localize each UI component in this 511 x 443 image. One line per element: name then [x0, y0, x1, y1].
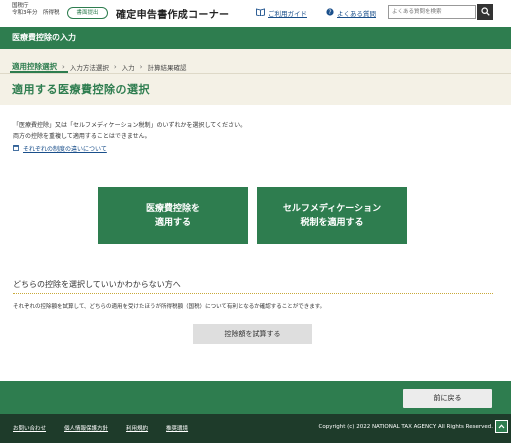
- difference-link[interactable]: それぞれの制度の違いについて: [13, 144, 107, 153]
- page-title: 適用する医療費控除の選択: [12, 83, 150, 96]
- dotted-divider: [13, 293, 493, 294]
- step-item: 計算結果確認: [147, 63, 187, 72]
- apply-medical-deduction-button[interactable]: 医療費控除を 適用する: [98, 187, 248, 244]
- button-label-line1: 医療費控除を: [145, 203, 200, 214]
- submission-method-badge: 書面提出: [67, 7, 108, 19]
- section-band: 医療費控除の入力: [0, 27, 511, 49]
- button-label-line2: 税制を適用する: [300, 217, 364, 228]
- tax-year-label: 令和3年分 所得税: [12, 10, 60, 16]
- chevron-right-icon: ›: [139, 62, 143, 71]
- copyright-text: Copyright (c) 2022 NATIONAL TAX AGENCY A…: [318, 424, 493, 430]
- footer-links: お問い合わせ 個人情報保護方針 利用規約 推奨環境: [13, 424, 188, 432]
- apply-self-medication-button[interactable]: セルフメディケーション 税制を適用する: [257, 187, 407, 244]
- step-item: 入力: [121, 63, 135, 72]
- instruction-text: 「医療費控除」又は「セルフメディケーション税制」のいずれかを選択してください。: [13, 122, 247, 129]
- question-icon: ?: [326, 8, 334, 18]
- step-divider: [0, 73, 511, 74]
- help-heading: どちらの控除を選択していいかわからない方へ: [13, 280, 181, 289]
- chevron-right-icon: ›: [62, 62, 65, 71]
- warning-text: 両方の控除を重複して適用することはできません。: [13, 133, 151, 140]
- footer-link-terms[interactable]: 利用規約: [126, 424, 148, 432]
- trial-calculation-button[interactable]: 控除額を試算する: [193, 324, 312, 344]
- chevron-right-icon: ›: [113, 62, 117, 71]
- search-icon: [480, 6, 490, 18]
- help-description: それぞれの控除額を試算して、どちらの適用を受けたほうが所得税額（国税）について有…: [13, 304, 326, 310]
- scroll-to-top-button[interactable]: [495, 420, 508, 433]
- faq-link-label: よくある質問: [337, 10, 376, 18]
- faq-search-input[interactable]: [388, 5, 476, 19]
- faq-link[interactable]: ? よくある質問: [326, 8, 376, 18]
- site-header: 国税庁 令和3年分 所得税 書面提出 確定申告書作成コーナー ご利用ガイド ? …: [0, 0, 511, 27]
- footer-link-contact[interactable]: お問い合わせ: [13, 424, 46, 432]
- step-item: 入力方法選択: [69, 63, 109, 72]
- footer-link-privacy[interactable]: 個人情報保護方針: [64, 424, 108, 432]
- search-button[interactable]: [477, 4, 493, 20]
- button-label-line2: 適用する: [154, 217, 191, 228]
- button-label-line1: セルフメディケーション: [282, 203, 382, 214]
- guide-link[interactable]: ご利用ガイド: [256, 8, 307, 18]
- site-title: 確定申告書作成コーナー: [116, 10, 230, 21]
- book-icon: [256, 8, 265, 18]
- window-icon: [13, 144, 20, 153]
- svg-text:?: ?: [328, 9, 331, 16]
- agency-label: 国税庁 令和3年分 所得税: [12, 3, 60, 17]
- agency-name: 国税庁: [12, 3, 29, 9]
- difference-link-label: それぞれの制度の違いについて: [23, 146, 107, 153]
- guide-link-label: ご利用ガイド: [268, 10, 307, 18]
- back-button[interactable]: 前に戻る: [403, 389, 492, 408]
- section-title: 医療費控除の入力: [12, 33, 76, 42]
- current-step-underline: [10, 71, 68, 73]
- footer-link-environment[interactable]: 推奨環境: [166, 424, 188, 432]
- chevron-up-icon: [496, 424, 507, 434]
